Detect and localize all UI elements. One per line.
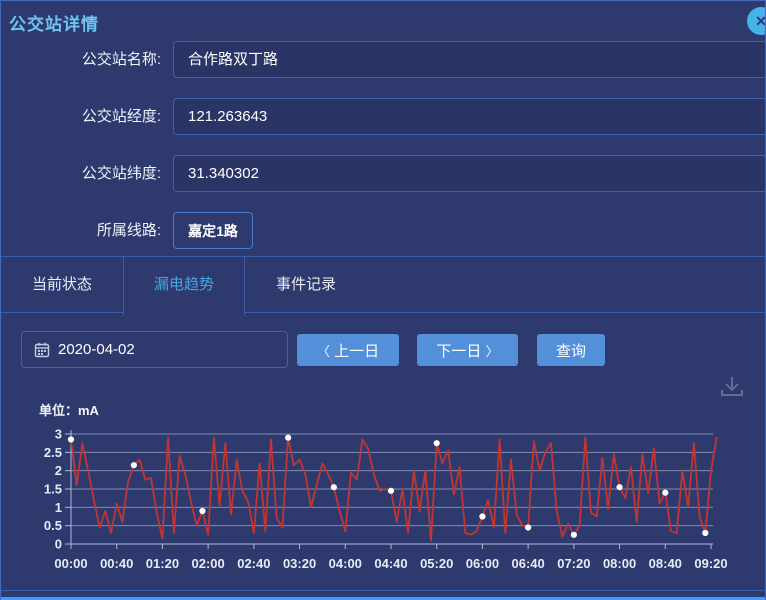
svg-text:05:20: 05:20 — [420, 556, 453, 571]
svg-text:1: 1 — [55, 500, 62, 515]
svg-text:03:20: 03:20 — [283, 556, 316, 571]
station-name-row: 公交站名称: 合作路双丁路 — [1, 41, 765, 78]
station-longitude-row: 公交站经度: 121.263643 — [1, 98, 765, 135]
svg-text:00:40: 00:40 — [100, 556, 133, 571]
svg-text:08:00: 08:00 — [603, 556, 636, 571]
svg-text:00:00: 00:00 — [54, 556, 87, 571]
svg-text:2.5: 2.5 — [44, 445, 62, 460]
query-button[interactable]: 查询 — [537, 334, 605, 366]
station-longitude-label: 公交站经度: — [1, 98, 161, 135]
svg-text:0.5: 0.5 — [44, 518, 62, 533]
tab-bar: 当前状态 漏电趋势 事件记录 — [1, 256, 765, 313]
next-day-button[interactable]: 下一日 〉 — [417, 334, 518, 366]
route-tag[interactable]: 嘉定1路 — [173, 212, 253, 249]
bus-station-detail-panel: 公交站详情 ✕ 公交站名称: 合作路双丁路 公交站经度: 121.263643 … — [0, 0, 766, 600]
station-name-label: 公交站名称: — [1, 41, 161, 78]
chevron-left-icon: 〈 — [317, 344, 330, 359]
tab-leakage-trend[interactable]: 漏电趋势 — [123, 257, 245, 316]
svg-text:06:40: 06:40 — [512, 556, 545, 571]
route-label: 所属线路: — [1, 212, 161, 249]
station-name-field[interactable]: 合作路双丁路 — [173, 41, 766, 78]
svg-text:0: 0 — [55, 537, 62, 552]
download-icon[interactable] — [717, 373, 747, 401]
date-toolbar: 2020-04-02 〈 上一日 下一日 〉 查询 — [1, 331, 765, 368]
svg-text:02:00: 02:00 — [192, 556, 225, 571]
date-value: 2020-04-02 — [58, 341, 135, 358]
svg-text:1.5: 1.5 — [44, 482, 62, 497]
date-picker-input[interactable]: 2020-04-02 — [21, 331, 288, 368]
tab-current-status[interactable]: 当前状态 — [1, 257, 123, 313]
leakage-trend-chart: 0 0.5 1 1.5 2 2.5 3 00:00 00:40 01:20 02:00 02:40 03… — [1, 416, 766, 586]
svg-text:2: 2 — [55, 463, 62, 478]
tab-event-record[interactable]: 事件记录 — [245, 257, 367, 313]
station-latitude-row: 公交站纬度: 31.340302 — [1, 155, 765, 192]
tab-bar-filler — [367, 257, 765, 313]
svg-text:06:00: 06:00 — [466, 556, 499, 571]
svg-text:04:40: 04:40 — [374, 556, 407, 571]
svg-text:08:40: 08:40 — [649, 556, 682, 571]
route-row: 所属线路: — [1, 212, 765, 249]
page-title: 公交站详情 — [9, 10, 99, 35]
svg-text:09:20: 09:20 — [694, 556, 727, 571]
panel-bottom-border — [1, 590, 765, 591]
calendar-icon — [34, 342, 50, 358]
station-longitude-field[interactable]: 121.263643 — [173, 98, 766, 135]
station-latitude-label: 公交站纬度: — [1, 155, 161, 192]
svg-text:02:40: 02:40 — [237, 556, 270, 571]
station-latitude-field[interactable]: 31.340302 — [173, 155, 766, 192]
svg-text:3: 3 — [55, 427, 62, 442]
svg-text:01:20: 01:20 — [146, 556, 179, 571]
prev-day-button[interactable]: 〈 上一日 — [297, 334, 399, 366]
svg-text:04:00: 04:00 — [329, 556, 362, 571]
svg-text:07:20: 07:20 — [557, 556, 590, 571]
close-icon[interactable]: ✕ — [747, 7, 766, 35]
chevron-right-icon: 〉 — [486, 344, 499, 359]
